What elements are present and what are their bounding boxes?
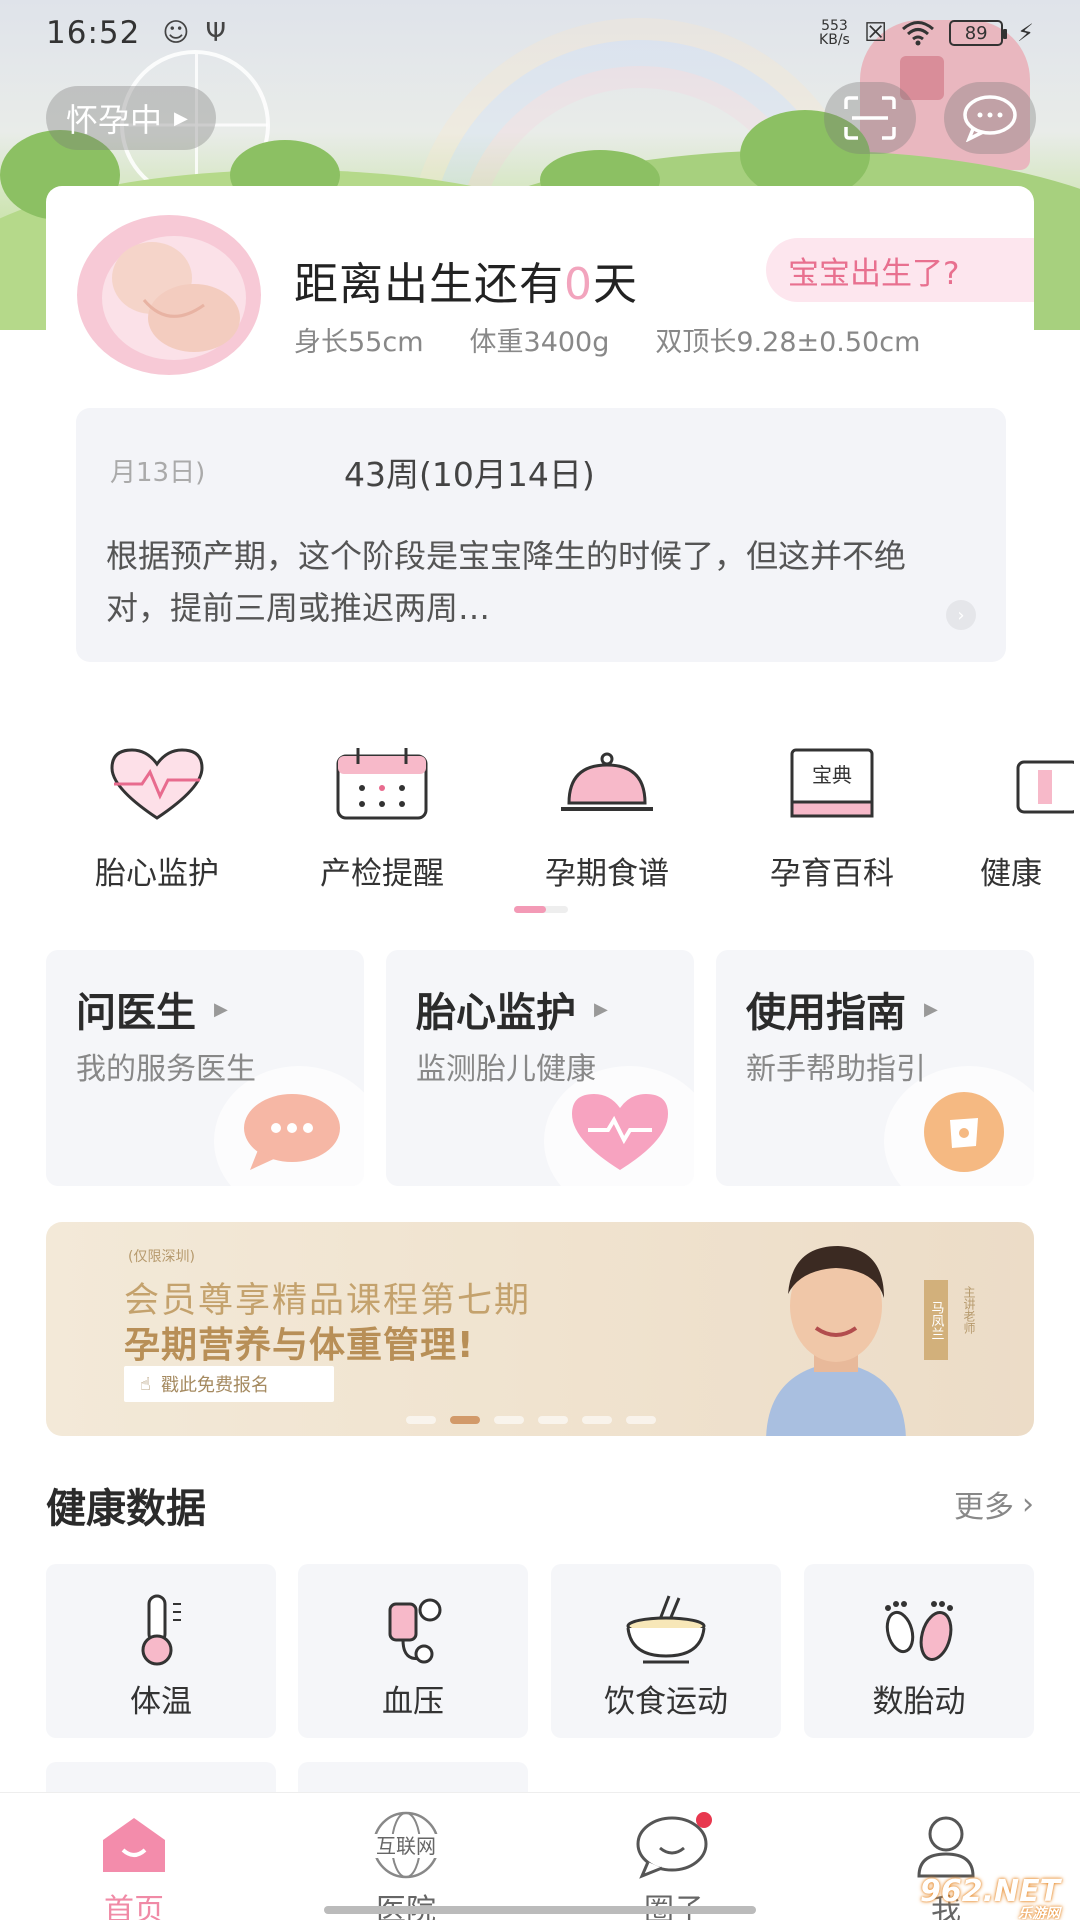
site-watermark: 962.NET 乐游网 [920,1874,1061,1920]
network-speed: 553 KB/s [819,18,850,48]
tool-fetal-heart-monitor[interactable]: 胎心监护 [57,740,257,893]
health-data-title: 健康数据 [46,1486,206,1532]
tool-health[interactable]: 健康 [978,740,1080,893]
fetal-weight: 体重3400g [469,327,610,358]
bowl-icon [626,1595,706,1664]
health-item-fetal-movement[interactable]: 数胎动 [804,1564,1034,1738]
usb-icon: Ψ [205,18,226,48]
wifi-icon [902,21,935,46]
tool-checkup-reminder[interactable]: 产检提醒 [282,740,482,893]
notification-icon: ☺ [162,18,190,48]
scan-icon [844,96,896,140]
nav-home[interactable]: 首页 [54,1807,214,1920]
blood-pressure-icon [388,1598,442,1664]
caret-right-icon: ▶ [174,107,188,129]
heartbeat-icon [572,1094,668,1170]
guide-icon [924,1092,1004,1172]
footprints-icon [885,1601,953,1661]
free-signup-button[interactable]: ☝ 戳此免费报名 [124,1366,334,1402]
previous-week-tab[interactable]: 月13日) [110,452,205,489]
hospital-globe-icon: 互联网 [370,1811,442,1879]
health-item-diet-exercise[interactable]: 饮食运动 [551,1564,781,1738]
fetal-length: 身长55cm [294,327,424,358]
tool-pregnancy-recipes[interactable]: 孕期食谱 [507,740,707,893]
fetus-illustration [77,215,261,375]
encyclopedia-book-icon: 宝典 [790,748,874,818]
chat-bubble-icon [244,1094,340,1170]
banner-page-indicator [406,1416,656,1424]
home-indicator[interactable] [324,1906,756,1914]
health-item-blood-pressure[interactable]: 血压 [298,1564,528,1738]
tools-page-indicator [514,906,568,913]
caret-right-icon: ▶ [924,998,938,1020]
home-icon [103,1818,165,1872]
tools-row: 胎心监护 产检提醒 孕期食谱 宝典 孕育百科 健康 [0,740,1080,893]
chevron-right-icon[interactable]: › [946,600,976,630]
message-bubble-icon [963,95,1017,142]
baby-born-button[interactable]: 宝宝出生了? [766,238,1034,302]
messages-button[interactable] [944,82,1036,154]
scan-button[interactable] [824,82,916,154]
thermometer-icon [141,1594,181,1666]
health-icon [1016,760,1074,814]
calendar-icon [336,748,428,820]
community-chat-icon [636,1812,712,1879]
pregnancy-status-label: 怀孕中 [66,101,163,139]
hand-pointer-icon: ☝ [140,1373,151,1395]
week-description: 根据预产期，这个阶段是宝宝降生的时候了，但这并不绝对，提前三周或推迟两周… [106,537,907,627]
health-item-temperature[interactable]: 体温 [46,1564,276,1738]
heart-monitor-icon [110,748,204,820]
bottom-navigation: 首页 互联网 医院 圈子 [0,1792,1080,1920]
fetal-heart-card[interactable]: 胎心监护 ▶ 监测胎儿健康 [386,950,694,1186]
tool-parenting-encyclopedia[interactable]: 宝典 孕育百科 [732,740,932,893]
svg-text:宝典: 宝典 [812,763,852,787]
nav-hospital[interactable]: 互联网 医院 [326,1807,486,1920]
fetal-bpd: 双顶长9.28±0.50cm [655,327,921,358]
birth-countdown: 距离出生还有0天 [294,259,638,310]
unread-badge [696,1812,712,1828]
caret-right-icon: ▶ [214,998,228,1020]
fetal-metrics: 身长55cm 体重3400g 双顶长9.28±0.50cm [294,320,920,359]
status-time: 16:52 [46,15,141,51]
ask-doctor-card[interactable]: 问医生 ▶ 我的服务医生 [46,950,364,1186]
course-promo-banner[interactable]: (仅限深圳) 会员尊享精品课程第七期 孕期营养与体重管理! ☝ 戳此免费报名 马… [46,1222,1034,1436]
battery-icon: 89 [949,20,1008,46]
status-bar: 16:52 ☺ Ψ 553 KB/s ☒ 89 ⚡ [0,0,1080,66]
week-info-panel[interactable]: 月13日) 43周(10月14日) 根据预产期，这个阶段是宝宝降生的时候了，但这… [76,408,1006,662]
user-guide-card[interactable]: 使用指南 ▶ 新手帮助指引 [716,950,1034,1186]
teacher-photo [766,1246,906,1436]
chevron-right-icon: › [1022,1486,1034,1522]
current-week-tab[interactable]: 43周(10月14日) [344,448,595,496]
health-data-more-link[interactable]: 更多 › [954,1482,1034,1526]
pregnancy-info-card: 距离出生还有0天 宝宝出生了? 身长55cm 体重3400g 双顶长9.28±0… [46,186,1034,686]
teacher-role: 主讲老师 [962,1286,976,1334]
countdown-days: 0 [564,259,593,310]
nav-community[interactable]: 圈子 [594,1807,754,1920]
profile-icon [917,1816,975,1878]
svg-text:互联网: 互联网 [376,1834,436,1858]
teacher-name: 马凤兰 [924,1280,948,1360]
charging-icon: ⚡ [1017,19,1034,47]
pregnancy-status-selector[interactable]: 怀孕中 ▶ [46,86,216,150]
food-cloche-icon [561,752,653,811]
sim-off-icon: ☒ [863,18,888,48]
caret-right-icon: ▶ [594,998,608,1020]
